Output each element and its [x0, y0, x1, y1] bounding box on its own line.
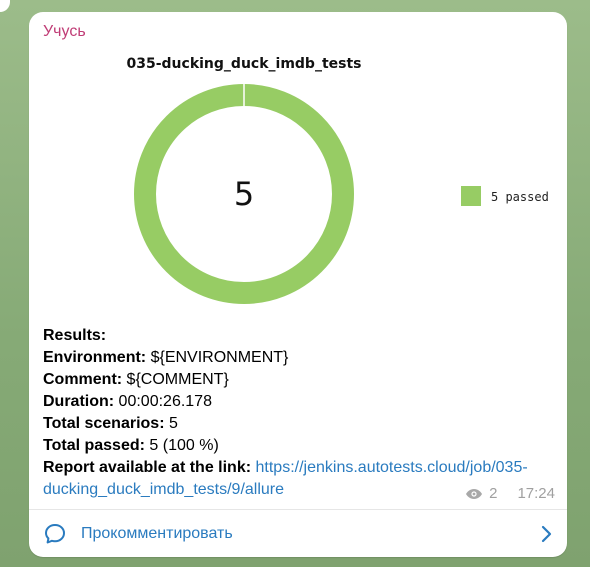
legend-swatch-passed — [461, 186, 481, 206]
legend-label-passed: 5 passed — [491, 190, 549, 204]
comment-bubble-icon — [45, 524, 65, 544]
environment-value: ${ENVIRONMENT} — [146, 349, 289, 366]
views-count: 2 — [489, 485, 498, 502]
comment-button-label: Прокомментировать — [81, 525, 233, 542]
footer-divider — [29, 509, 567, 510]
duration-label: Duration: — [43, 393, 115, 410]
report-chart-image[interactable]: 035-ducking_duck_imdb_tests 5 5 passed — [99, 52, 559, 332]
scenarios-value: 5 — [164, 415, 178, 432]
scenarios-label: Total scenarios: — [43, 415, 165, 432]
views-eye-icon — [466, 488, 483, 499]
report-label: Report available at the link: — [43, 459, 252, 476]
donut-chart: 5 — [134, 84, 354, 304]
duration-value: 00:00:26.178 — [114, 393, 212, 410]
message-text: Results: Environment: ${ENVIRONMENT} Com… — [43, 325, 558, 501]
passed-label: Total passed: — [43, 437, 145, 454]
donut-center-label: 5 — [234, 175, 254, 213]
comment-label: Comment: — [43, 371, 123, 388]
chevron-right-icon — [541, 525, 552, 543]
channel-name[interactable]: Учусь — [43, 23, 86, 41]
passed-value: 5 (100 %) — [144, 437, 219, 454]
environment-label: Environment: — [43, 349, 147, 366]
report-link[interactable]: https://jenkins.autotests.cloud/job/035- — [256, 459, 528, 476]
message-meta: 2 17:24 — [465, 485, 555, 502]
results-label: Results: — [43, 327, 107, 344]
report-link-continued[interactable]: ducking_duck_imdb_tests/9/allure — [43, 481, 284, 498]
comment-value: ${COMMENT} — [122, 371, 229, 388]
message-time: 17:24 — [517, 485, 555, 502]
message-bubble: Учусь 035-ducking_duck_imdb_tests 5 5 pa… — [29, 12, 567, 557]
comment-button[interactable]: Прокомментировать — [43, 521, 553, 547]
